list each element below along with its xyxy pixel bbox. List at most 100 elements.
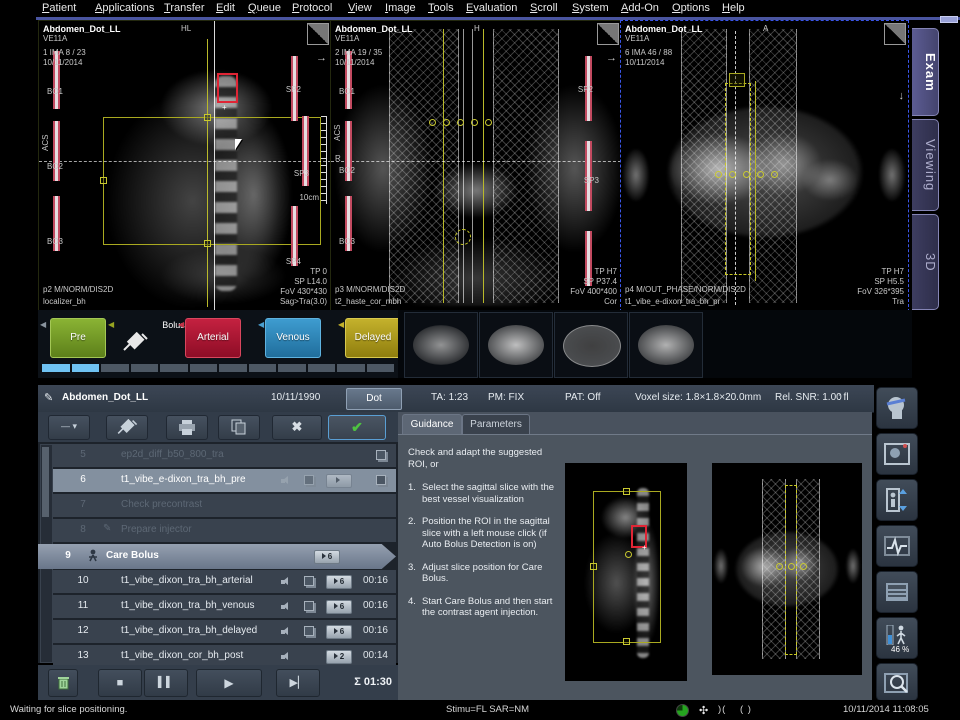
- protocol-row-8[interactable]: 8 ✎ Prepare injector: [53, 519, 396, 542]
- phase-arterial-button[interactable]: Arterial: [185, 318, 241, 358]
- thumbnail-axial-2[interactable]: [479, 312, 553, 378]
- viewport-coronal[interactable]: Abdomen_Dot_LL VE11A 2 IMA 19 / 35 10/11…: [330, 20, 622, 312]
- marker-dot[interactable]: [429, 119, 436, 126]
- exam-explorer-button[interactable]: [876, 571, 918, 613]
- skip-button[interactable]: ▶▏: [276, 669, 320, 697]
- protocol-row-5[interactable]: 5ep2d_diff_b50_800_tra: [53, 444, 396, 467]
- menu-transfer[interactable]: Transfer: [164, 2, 205, 14]
- edit-pencil-icon[interactable]: ✎: [44, 391, 53, 404]
- menu-evaluation[interactable]: Evaluation: [466, 2, 517, 14]
- image-counter: 2 IMA 19 / 35: [335, 48, 382, 58]
- coil-label: ACS: [333, 125, 343, 141]
- guidance-content: Check and adapt the suggested ROI, or 1.…: [398, 434, 872, 701]
- table-position-button[interactable]: [876, 479, 918, 521]
- sar-monitor-button[interactable]: 46 %: [876, 617, 918, 659]
- viewport-sagittal[interactable]: + Abdomen_Dot_LL VE11A 1 IMA 8 / 23 10/1…: [38, 20, 332, 312]
- scroll-arrow-icon: →: [316, 53, 327, 63]
- speaker-icon: ◀: [108, 320, 114, 329]
- image-loupe-button[interactable]: [876, 663, 918, 701]
- phase-pre-button[interactable]: Pre: [50, 318, 106, 358]
- bolus-slab-overlay: [785, 485, 797, 655]
- menu-tools[interactable]: Tools: [428, 2, 454, 14]
- menu-system[interactable]: System: [572, 2, 609, 14]
- tab-guidance[interactable]: Guidance: [402, 414, 462, 435]
- thumbnail-axial-1[interactable]: [404, 312, 478, 378]
- guidance-image-sagittal[interactable]: +: [565, 463, 687, 681]
- menu-edit[interactable]: Edit: [216, 2, 235, 14]
- care-bolus-roi[interactable]: [217, 73, 238, 103]
- marker-dot[interactable]: [743, 171, 750, 178]
- copy-icon: [304, 626, 314, 636]
- protocol-row-12[interactable]: 12t1_vibe_dixon_tra_bh_delayed 6 00:16: [53, 620, 396, 643]
- marker-dot[interactable]: [771, 171, 778, 178]
- menu-scroll[interactable]: Scroll: [530, 2, 558, 14]
- menu-protocol[interactable]: Protocol: [292, 2, 332, 14]
- guidance-step: Position the ROI in the sagittal slice w…: [422, 516, 558, 551]
- protocol-toolbar: — ▾ ✖ ✔: [38, 412, 398, 442]
- protocol-row-11[interactable]: 11t1_vibe_dixon_tra_bh_venous 6 00:16: [53, 595, 396, 618]
- print-button[interactable]: [166, 415, 208, 440]
- protocol-row-9-active[interactable]: 9 Care Bolus 6: [38, 544, 396, 569]
- scroll-knob[interactable]: [940, 16, 958, 23]
- menu-view[interactable]: View: [348, 2, 372, 14]
- head-coil-button[interactable]: [876, 387, 918, 429]
- corner-fold-icon[interactable]: [597, 23, 619, 45]
- marker-dot[interactable]: [715, 171, 722, 178]
- thumbnail-axial-3[interactable]: [554, 312, 628, 378]
- protocol-row-6[interactable]: 6t1_vibe_e-dixon_tra_bh_pre: [53, 469, 396, 492]
- bolus-roi-marker[interactable]: [455, 229, 471, 245]
- marker-dot[interactable]: [471, 119, 478, 126]
- syringe-icon: [122, 332, 148, 352]
- viewport-axial-selected[interactable]: Abdomen_Dot_LL VE11A 6 IMA 46 / 88 10/11…: [620, 20, 909, 312]
- menu-queue[interactable]: Queue: [248, 2, 281, 14]
- fov-box-overlay[interactable]: [103, 117, 321, 245]
- marker-dot[interactable]: [729, 171, 736, 178]
- cancel-button[interactable]: ✖: [272, 415, 322, 440]
- options-split-button[interactable]: — ▾: [48, 415, 90, 440]
- marker-dot[interactable]: [757, 171, 764, 178]
- marker-dot[interactable]: [457, 119, 464, 126]
- apply-button[interactable]: ✔: [328, 415, 386, 440]
- thumbnail-axial-4[interactable]: [629, 312, 703, 378]
- slab-handle[interactable]: [729, 73, 745, 87]
- handle-marker[interactable]: [100, 177, 107, 184]
- handle-marker[interactable]: [204, 240, 211, 247]
- mouse-cursor: [235, 139, 242, 150]
- guidance-image-axial[interactable]: [712, 463, 862, 675]
- protocol-row-10[interactable]: 10t1_vibe_dixon_tra_bh_arterial 6 00:16: [53, 570, 396, 593]
- dot-button[interactable]: Dot: [346, 388, 402, 410]
- physio-button[interactable]: [876, 525, 918, 567]
- tab-exam[interactable]: Exam: [912, 28, 939, 116]
- tab-3d[interactable]: 3D: [912, 214, 939, 310]
- copy-button[interactable]: [218, 415, 260, 440]
- menu-applications[interactable]: Applications: [95, 2, 154, 14]
- handle-marker[interactable]: [204, 114, 211, 121]
- bolus-slab-overlay[interactable]: [725, 83, 751, 275]
- slice-label: BO3: [47, 237, 63, 247]
- menu-image[interactable]: Image: [385, 2, 416, 14]
- tab-parameters[interactable]: Parameters: [462, 414, 530, 435]
- menu-patient[interactable]: Patient: [42, 2, 76, 14]
- phase-venous-button[interactable]: Venous: [265, 318, 321, 358]
- contrast-syringe-button[interactable]: [106, 415, 148, 440]
- coil-connect-icon: )(: [718, 704, 726, 715]
- protocol-row-7[interactable]: 7Check precontrast: [53, 494, 396, 517]
- intersection-line: [214, 21, 215, 311]
- marker-dot[interactable]: [485, 119, 492, 126]
- fov-value: FoV 400*400: [570, 287, 617, 297]
- scale-ruler: [321, 116, 327, 204]
- trash-button[interactable]: [48, 669, 78, 697]
- corner-fold-icon[interactable]: [307, 23, 329, 45]
- phase-delayed-button[interactable]: Delayed: [345, 318, 401, 358]
- marker-dot[interactable]: [443, 119, 450, 126]
- stop-button[interactable]: ■: [98, 669, 142, 697]
- copy-icon: [304, 475, 314, 485]
- tab-viewing[interactable]: Viewing: [912, 119, 939, 211]
- menu-options[interactable]: Options: [672, 2, 710, 14]
- menu-help[interactable]: Help: [722, 2, 745, 14]
- patient-view-button[interactable]: [876, 433, 918, 475]
- pause-button[interactable]: ▌▌: [144, 669, 188, 697]
- corner-fold-icon[interactable]: [884, 23, 906, 45]
- menu-addon[interactable]: Add-On: [621, 2, 659, 14]
- play-button[interactable]: ▶: [196, 669, 262, 697]
